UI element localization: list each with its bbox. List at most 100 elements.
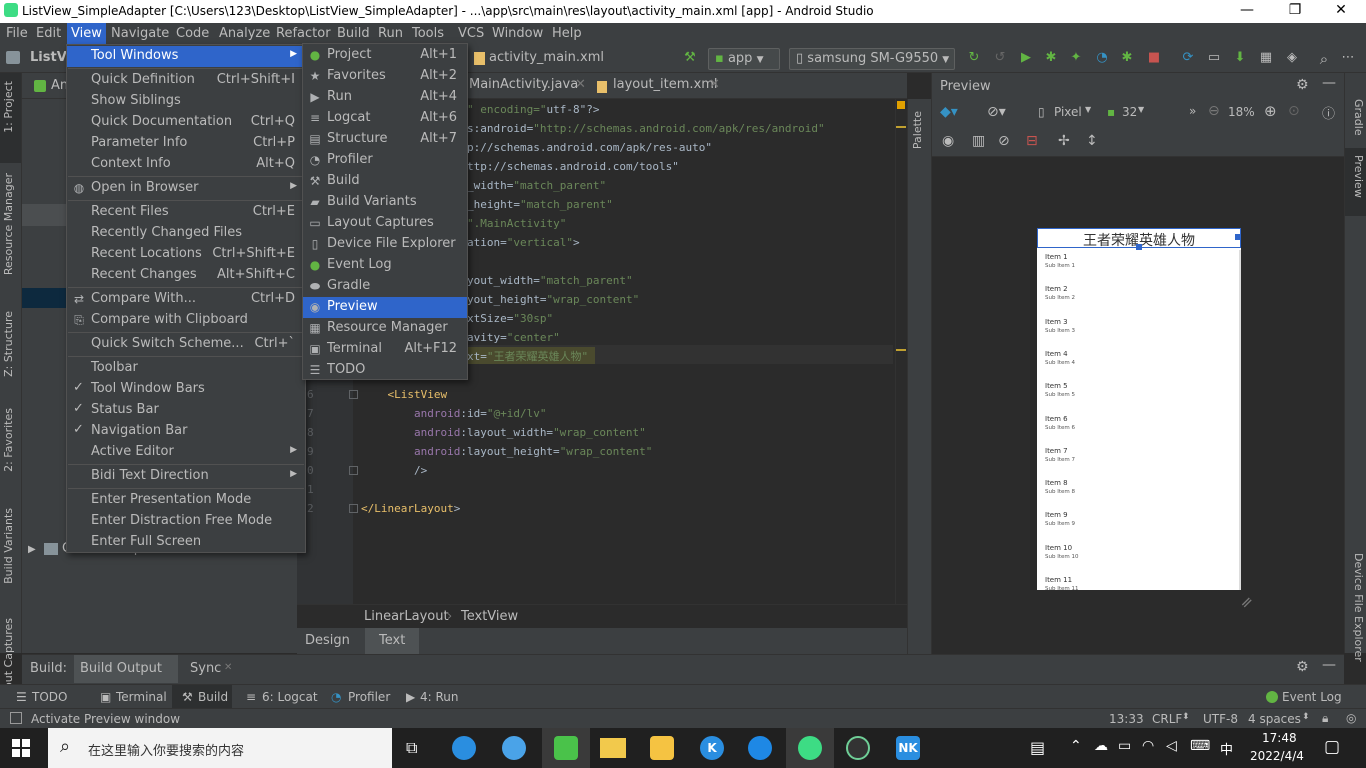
toggle-tool-windows-icon[interactable] (10, 712, 22, 724)
file-crumb[interactable]: activity_main.xml (489, 50, 604, 65)
tab-resource-manager[interactable]: Resource Manager (2, 173, 20, 275)
device-pixel-select[interactable]: Pixel (1054, 105, 1082, 119)
view-menu-item-toolbar[interactable]: Toolbar (67, 358, 305, 379)
tool-window-item-project[interactable]: ● Project Alt+1 (303, 45, 467, 66)
info-icon[interactable]: ⓘ (1322, 103, 1335, 122)
android-studio-icon[interactable] (798, 736, 822, 760)
view-menu-item-navigation-bar[interactable]: ✓ Navigation Bar (67, 421, 305, 442)
clock-time[interactable]: 17:48 (1262, 731, 1297, 745)
tool-window-item-layout-captures[interactable]: ▭ Layout Captures (303, 213, 467, 234)
close-button[interactable]: ✕ (1318, 2, 1364, 18)
tab-layout-item[interactable]: layout_item.xml (613, 77, 718, 92)
code-line[interactable]: 9 android:layout_height="wrap_content" (297, 442, 897, 461)
profiler-icon[interactable]: ◔ (1092, 50, 1112, 68)
volume-icon[interactable]: ◁ (1166, 738, 1177, 754)
constraints-icon[interactable]: ⊘ (998, 133, 1010, 149)
align-horizontal-icon[interactable]: ✢ (1058, 133, 1070, 149)
project-crumb[interactable]: ListVi (30, 50, 71, 65)
view-menu-item-recent-changes[interactable]: Recent Changes Alt+Shift+C (67, 265, 305, 286)
tool-run[interactable]: 4: Run (420, 690, 459, 704)
view-menu-item-enter-presentation-mode[interactable]: Enter Presentation Mode (67, 490, 305, 511)
view-menu-item-bidi-text-direction[interactable]: Bidi Text Direction ▶ (67, 466, 305, 487)
tool-build[interactable]: Build (198, 690, 228, 704)
close-icon[interactable]: ✕ (709, 77, 720, 92)
tool-window-item-build-variants[interactable]: ▰ Build Variants (303, 192, 467, 213)
view-menu-item-show-siblings[interactable]: Show Siblings (67, 91, 305, 112)
fold-marker-icon[interactable] (349, 504, 358, 513)
keyboard-icon[interactable]: ⌨ (1190, 738, 1210, 754)
tool-window-item-preview[interactable]: ◉ Preview (303, 297, 467, 318)
maximize-button[interactable]: ❐ (1272, 2, 1318, 18)
view-menu-item-recent-files[interactable]: Recent Files Ctrl+E (67, 202, 305, 223)
tab-sync[interactable]: Sync (190, 661, 221, 676)
clear-constraints-icon[interactable]: ⊟ (1026, 133, 1038, 149)
align-vertical-icon[interactable]: ↕ (1086, 133, 1098, 149)
view-menu-item-compare-with-clipboard[interactable]: ⎘ Compare with Clipboard (67, 310, 305, 331)
edge-browser-icon[interactable] (452, 736, 476, 760)
tab-build-output[interactable]: Build Output (80, 661, 162, 676)
zoom-out-icon[interactable]: ⊖ (1208, 103, 1220, 119)
sdk-manager-icon[interactable]: ⬇ (1230, 50, 1250, 68)
tab-design[interactable]: Design (305, 633, 350, 648)
tool-window-item-favorites[interactable]: ★ Favorites Alt+2 (303, 66, 467, 87)
menu-build[interactable]: Build (337, 26, 370, 41)
view-menu-item-open-in-browser[interactable]: ◍ Open in Browser ▶ (67, 178, 305, 199)
fold-marker-icon[interactable] (349, 466, 358, 475)
tool-terminal[interactable]: Terminal (116, 690, 167, 704)
nox-icon[interactable] (846, 736, 870, 760)
editor-scrollbar[interactable] (895, 99, 907, 604)
wechat-icon[interactable] (554, 736, 578, 760)
tab-project[interactable]: 1: Project (2, 81, 20, 133)
app-icon[interactable] (748, 736, 772, 760)
menu-code[interactable]: Code (176, 26, 209, 41)
view-menu-item-status-bar[interactable]: ✓ Status Bar (67, 400, 305, 421)
more-icon[interactable]: ⋯ (1338, 50, 1358, 68)
code-line[interactable]: 2 </LinearLayout> (297, 499, 897, 518)
avd-manager-icon[interactable]: ▭ (1204, 50, 1224, 68)
tab-palette[interactable]: Palette (911, 111, 929, 149)
apply-code-changes-icon[interactable]: ↺ (990, 50, 1010, 68)
menu-help[interactable]: Help (552, 26, 582, 41)
indent-setting[interactable]: 4 spaces (1248, 712, 1301, 726)
device-select[interactable]: ▯ samsung SM-G9550 ▼ (789, 48, 955, 70)
view-menu-item-tool-window-bars[interactable]: ✓ Tool Window Bars (67, 379, 305, 400)
tab-text[interactable]: Text (379, 633, 405, 648)
menu-run[interactable]: Run (378, 26, 403, 41)
gear-icon[interactable]: ⚙ (1296, 659, 1309, 675)
menu-view[interactable]: View (67, 23, 106, 45)
view-menu-item-quick-definition[interactable]: Quick Definition Ctrl+Shift+I (67, 70, 305, 91)
tab-preview[interactable]: Preview (1347, 155, 1365, 198)
file-encoding[interactable]: UTF-8 (1203, 712, 1238, 726)
lock-icon[interactable]: 🔒︎ (1322, 711, 1328, 726)
menu-refactor[interactable]: Refactor (276, 26, 331, 41)
chevron-up-icon[interactable]: ⌃ (1070, 738, 1082, 754)
fold-marker-icon[interactable] (349, 390, 358, 399)
code-line[interactable]: 6 <ListView (297, 385, 897, 404)
news-icon[interactable]: ▤ (1030, 738, 1045, 757)
app-icon[interactable] (650, 736, 674, 760)
project-structure-icon[interactable]: ◈ (1282, 50, 1302, 68)
gear-icon[interactable]: ⚙ (1296, 77, 1309, 93)
clock-date[interactable]: 2022/4/4 (1250, 749, 1304, 763)
run-config-select[interactable]: ▪ app ▼ (708, 48, 780, 70)
tool-window-item-terminal[interactable]: ▣ Terminal Alt+F12 (303, 339, 467, 360)
menu-file[interactable]: File (6, 26, 28, 41)
menu-analyze[interactable]: Analyze (219, 26, 270, 41)
apply-changes-icon[interactable]: ↻ (964, 50, 984, 68)
blueprint-icon[interactable]: ▥ (972, 133, 985, 149)
crumb-linearlayout[interactable]: LinearLayout (364, 609, 449, 624)
attach-debugger-icon[interactable]: ✱ (1117, 50, 1137, 68)
view-menu-item-tool-windows[interactable]: Tool Windows ▶ (67, 46, 305, 67)
search-icon[interactable]: ⌕ (1314, 50, 1334, 68)
code-line[interactable]: 1 (297, 480, 897, 499)
menu-window[interactable]: Window (492, 26, 543, 41)
tab-build-variants[interactable]: Build Variants (2, 508, 20, 584)
tool-window-item-logcat[interactable]: ≡ Logcat Alt+6 (303, 108, 467, 129)
tab-device-file-explorer[interactable]: Device File Explorer (1347, 553, 1365, 662)
zoom-in-icon[interactable]: ⊕ (1264, 102, 1277, 120)
hammer-icon[interactable]: ⚒ (680, 50, 700, 68)
tool-window-item-resource-manager[interactable]: ▦ Resource Manager (303, 318, 467, 339)
view-menu-item-quick-switch-scheme[interactable]: Quick Switch Scheme... Ctrl+` (67, 334, 305, 355)
tab-main-activity[interactable]: MainActivity.java (469, 77, 578, 92)
zoom-fit-icon[interactable]: ⊙ (1288, 103, 1300, 119)
